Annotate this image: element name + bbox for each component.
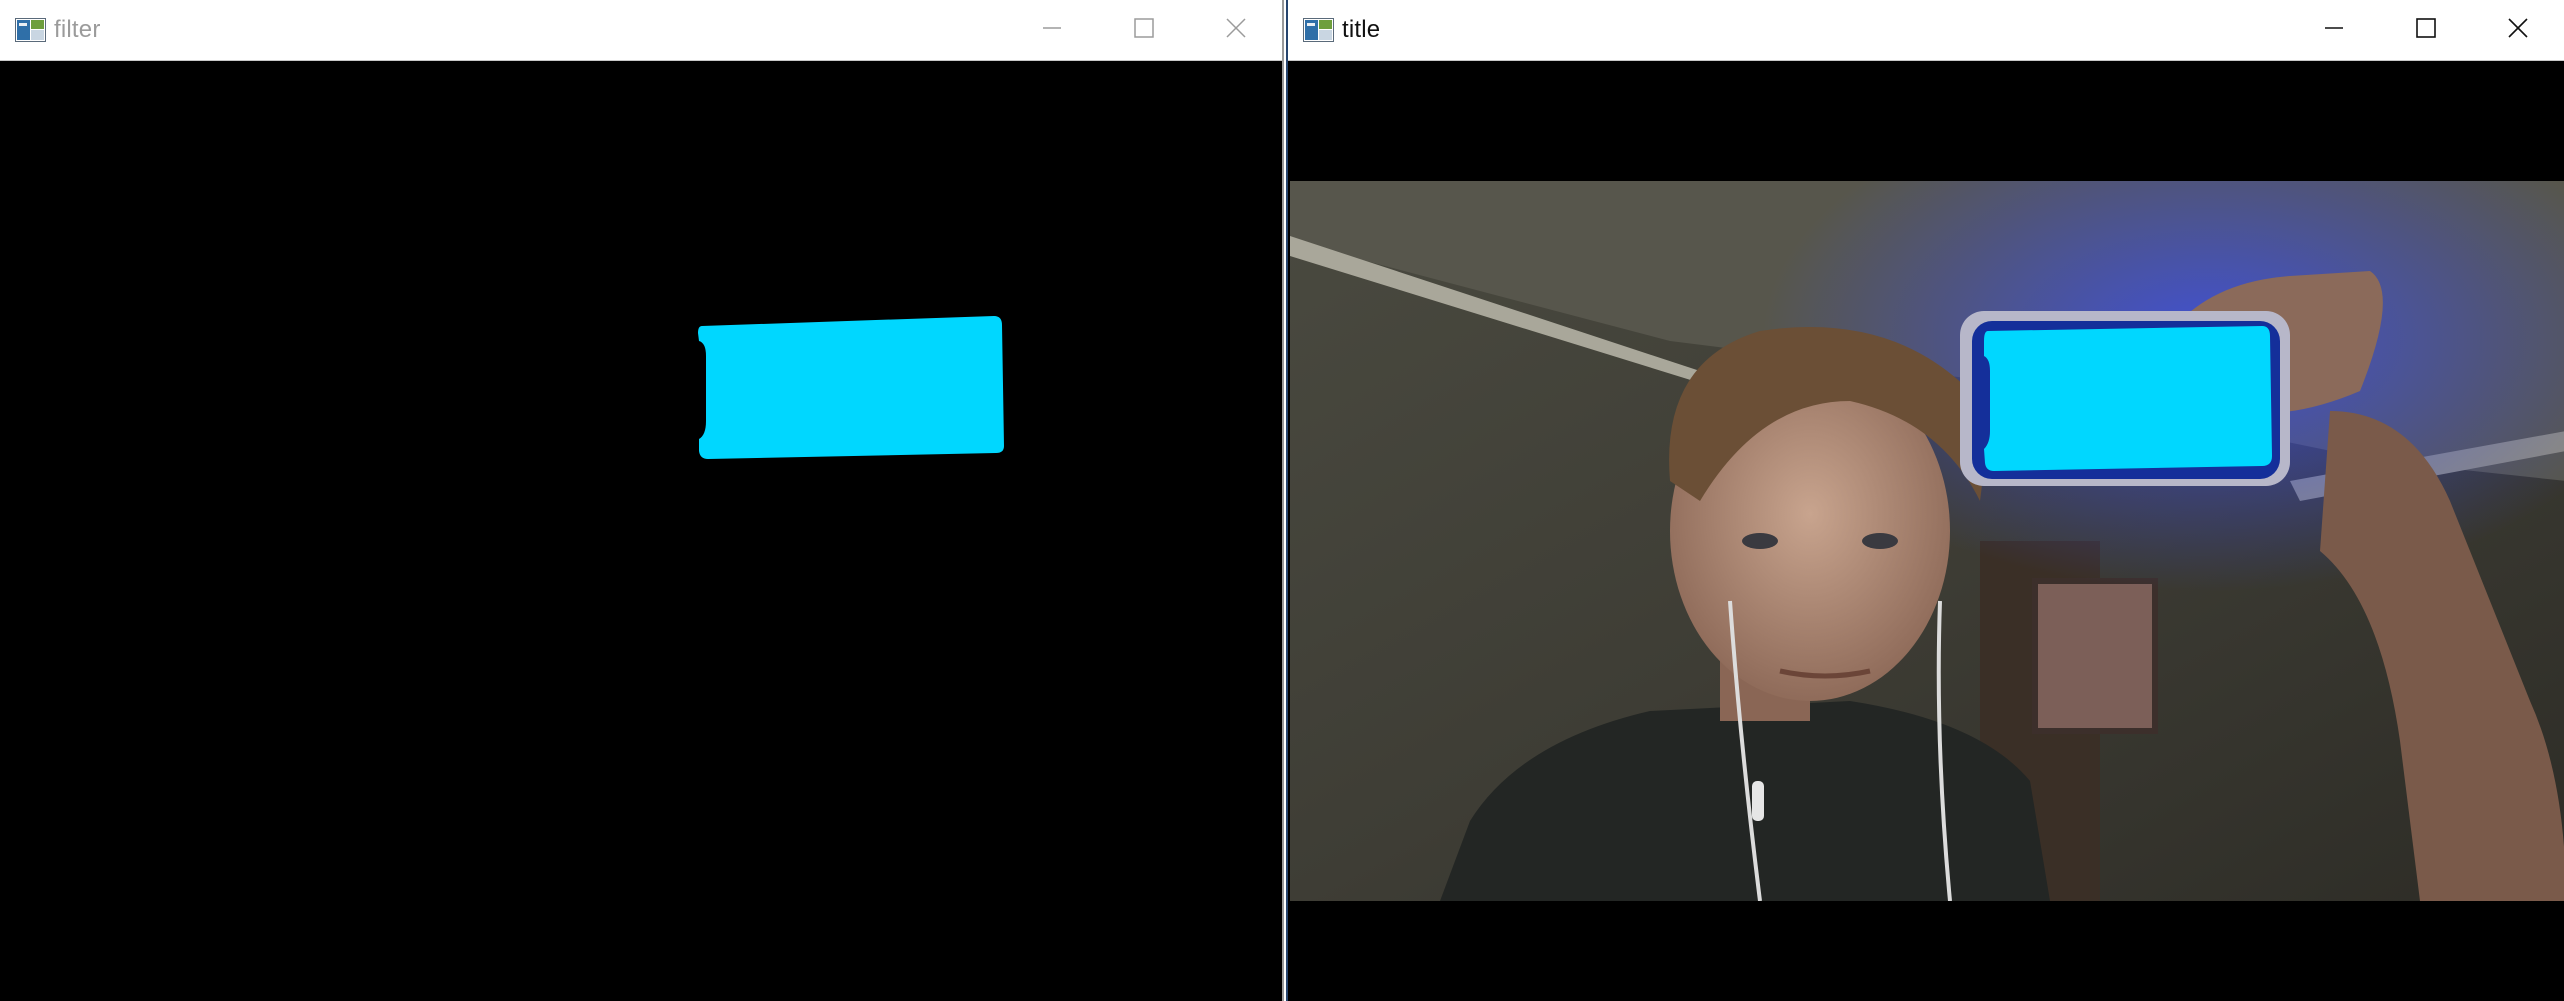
window-title: filter [54, 16, 101, 43]
close-icon [2508, 17, 2528, 43]
filter-titlebar[interactable]: filter [0, 0, 1282, 61]
close-icon [1226, 17, 1246, 43]
app-window-icon [15, 18, 46, 42]
minimize-button[interactable] [1006, 0, 1098, 60]
window-title: title [1342, 16, 1381, 43]
maximize-icon [1134, 17, 1154, 43]
close-button[interactable] [1190, 0, 1282, 60]
title-titlebar[interactable]: title [1288, 0, 2564, 61]
title-window[interactable]: title [1286, 0, 2564, 1001]
minimize-button[interactable] [2288, 0, 2380, 60]
app-window-icon [1303, 18, 1334, 42]
filter-window[interactable]: filter [0, 0, 1284, 1001]
camera-view [1288, 61, 2564, 1001]
minimize-icon [2324, 18, 2344, 43]
filter-canvas [0, 61, 1282, 1001]
maximize-icon [2416, 17, 2436, 43]
filtered-phone-mask [698, 316, 1004, 459]
close-button[interactable] [2472, 0, 2564, 60]
maximize-button[interactable] [1098, 0, 1190, 60]
maximize-button[interactable] [2380, 0, 2472, 60]
webcam-feed-image [1290, 181, 2564, 901]
minimize-icon [1042, 18, 1062, 43]
